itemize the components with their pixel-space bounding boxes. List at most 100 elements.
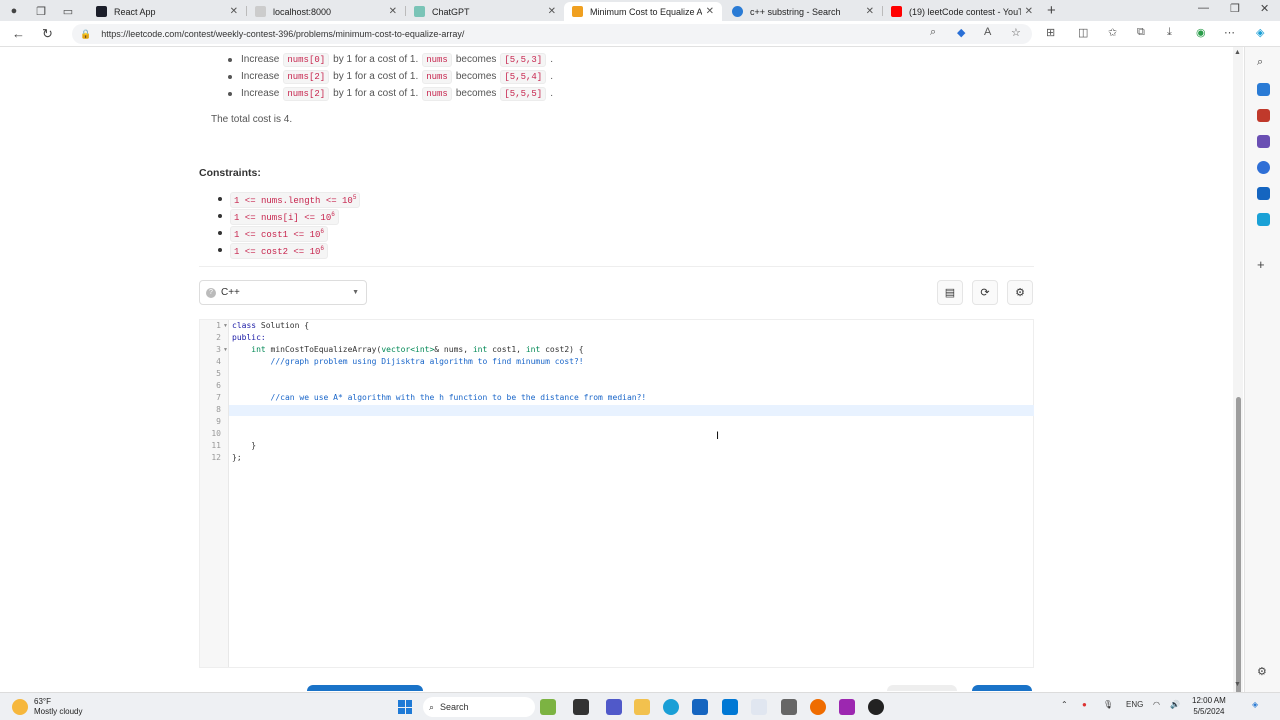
minimize-icon[interactable]: — <box>1198 2 1209 14</box>
app-icon[interactable] <box>781 699 797 715</box>
divider <box>199 266 1034 267</box>
tab-leetcode[interactable]: Minimum Cost to Equalize Array ✕ <box>564 2 722 21</box>
weather-icon <box>12 699 28 715</box>
tools-icon[interactable] <box>1257 109 1270 122</box>
extension-badge-icon[interactable]: ◉ <box>1196 26 1206 39</box>
close-icon[interactable]: ✕ <box>389 6 397 17</box>
close-icon[interactable]: ✕ <box>1025 6 1033 17</box>
microsoft-365-icon[interactable] <box>1257 161 1270 174</box>
settings-button[interactable]: ⚙ <box>1007 280 1033 305</box>
scroll-thumb[interactable] <box>1236 397 1241 694</box>
zoom-icon[interactable]: ⌕ <box>930 26 936 39</box>
store-icon[interactable] <box>692 699 708 715</box>
more-menu-icon[interactable]: ⋯ <box>1224 26 1235 39</box>
search-icon: ⌕ <box>429 701 435 712</box>
profile-icon[interactable]: ● <box>6 3 22 19</box>
console-button[interactable] <box>887 685 957 691</box>
close-window-icon[interactable]: ✕ <box>1260 2 1269 15</box>
restore-icon[interactable]: ❐ <box>1230 2 1240 15</box>
teams-icon[interactable] <box>606 699 622 715</box>
youtube-favicon-icon <box>891 6 902 17</box>
wifi-icon[interactable]: ◠ <box>1153 700 1160 709</box>
weather-widget[interactable]: 63°F Mostly cloudy <box>12 697 82 717</box>
search-icon[interactable]: ⌕ <box>1257 56 1270 69</box>
taskbar: 63°F Mostly cloudy ⌕ Search ⌃ ● 🎙 ENG ◠ … <box>0 692 1280 720</box>
close-icon[interactable]: ✕ <box>866 6 874 17</box>
outlook-icon[interactable] <box>1257 187 1270 200</box>
split-screen-icon[interactable]: ◫ <box>1078 26 1088 39</box>
collections-icon[interactable]: ⧉ <box>1137 26 1145 39</box>
app-icon[interactable] <box>751 699 767 715</box>
scroll-up-icon[interactable]: ▲ <box>1234 49 1241 56</box>
code-line: } <box>232 441 257 450</box>
back-icon[interactable]: ← <box>12 26 25 41</box>
vscode-icon[interactable] <box>722 699 738 715</box>
close-icon[interactable]: ✕ <box>230 6 238 17</box>
help-icon: ? <box>206 287 216 298</box>
constraints-list: 1 <= nums.length <= 105 1 <= nums[i] <= … <box>218 191 361 259</box>
code-line: public: <box>232 333 266 342</box>
tab-strip: ● ❐ ▭ React App ✕ localhost:8000 ✕ ChatG… <box>0 0 1280 21</box>
tab-youtube[interactable]: (19) leetCode contest - YouTube ✕ <box>883 2 1041 21</box>
tab-react-app[interactable]: React App ✕ <box>88 2 246 21</box>
favorite-star-icon[interactable]: ☆ <box>1011 26 1021 39</box>
blender-icon[interactable] <box>810 699 826 715</box>
file-explorer-icon[interactable] <box>634 699 650 715</box>
code-line: int minCostToEqualizeArray(vector<int>& … <box>232 345 584 354</box>
submit-button[interactable] <box>972 685 1032 691</box>
tab-actions-icon[interactable]: ▭ <box>60 3 76 19</box>
fold-arrow-icon[interactable]: ▼ <box>223 347 228 353</box>
constraint-item: 1 <= cost2 <= 106 <box>218 242 360 259</box>
constraints-heading: Constraints: <box>199 167 261 179</box>
code-line: class Solution { <box>232 321 310 330</box>
url-field[interactable]: 🔒 https://leetcode.com/contest/weekly-co… <box>72 24 1032 44</box>
code-editor[interactable]: 1 ▼ 2 3 ▼ 4 5 6 7 8 9 10 11 12 class Solut… <box>199 319 1034 668</box>
shopping-icon[interactable] <box>1257 83 1270 96</box>
downloads-icon[interactable]: ⤓ <box>1167 26 1172 39</box>
app-icon[interactable] <box>868 699 884 715</box>
read-aloud-icon[interactable]: A <box>984 26 991 38</box>
extensions-icon[interactable]: ⊞ <box>1046 26 1055 39</box>
lock-icon: 🔒 <box>80 28 92 39</box>
notes-icon: ▤ <box>944 287 956 299</box>
extension-icon[interactable]: ◆ <box>957 26 965 39</box>
taskbar-search[interactable]: ⌕ Search <box>423 697 535 717</box>
page-scrollbar[interactable]: ▲ ▼ <box>1233 47 1243 694</box>
chevron-up-icon[interactable]: ⌃ <box>1061 700 1068 709</box>
app-icon[interactable] <box>839 699 855 715</box>
tab-chatgpt[interactable]: ChatGPT ✕ <box>406 2 564 21</box>
notes-button[interactable]: ▤ <box>937 280 963 305</box>
file-icon[interactable] <box>573 699 589 715</box>
copilot-icon[interactable]: ◈ <box>1252 700 1258 709</box>
clock[interactable]: 12:00 AM 5/5/2024 <box>1192 695 1226 717</box>
add-icon[interactable]: + <box>1257 257 1270 272</box>
new-tab-icon[interactable]: + <box>1047 2 1056 19</box>
speaker-icon[interactable]: 🔊 <box>1170 700 1180 709</box>
total-cost-text: The total cost is 4. <box>211 114 293 125</box>
scroll-down-icon[interactable]: ▼ <box>1234 681 1241 688</box>
gear-icon[interactable]: ⚙ <box>1257 665 1270 678</box>
reset-code-button[interactable]: ⟳ <box>972 280 998 305</box>
fold-arrow-icon[interactable]: ▼ <box>223 323 228 329</box>
microphone-icon[interactable]: 🎙 <box>1103 700 1113 709</box>
copilot-icon[interactable]: ◈ <box>1256 26 1264 39</box>
gear-icon: ⚙ <box>1015 287 1025 299</box>
security-icon[interactable]: ● <box>1082 700 1087 709</box>
close-icon[interactable]: ✕ <box>548 6 556 17</box>
games-icon[interactable] <box>1257 135 1270 148</box>
tab-localhost[interactable]: localhost:8000 ✕ <box>247 2 405 21</box>
telegram-icon[interactable] <box>1257 213 1270 226</box>
run-button[interactable] <box>307 685 423 691</box>
favorites-icon[interactable]: ✩ <box>1108 26 1117 39</box>
code-comment: ///graph problem using Dijisktra algorit… <box>232 357 584 366</box>
edge-icon[interactable] <box>663 699 679 715</box>
close-icon[interactable]: ✕ <box>706 6 714 17</box>
tab-bing-search[interactable]: c++ substring - Search ✕ <box>724 2 882 21</box>
refresh-icon[interactable]: ↻ <box>42 26 53 42</box>
language-select[interactable]: ? C++ ▼ <box>199 280 367 305</box>
widgets-icon[interactable] <box>540 699 556 715</box>
windows-start-icon[interactable] <box>398 700 412 714</box>
workspaces-icon[interactable]: ❐ <box>33 3 49 19</box>
list-item: Increase nums[0] by 1 for a cost of 1. nums… <box>228 51 553 68</box>
constraint-item: 1 <= nums[i] <= 106 <box>218 208 360 225</box>
